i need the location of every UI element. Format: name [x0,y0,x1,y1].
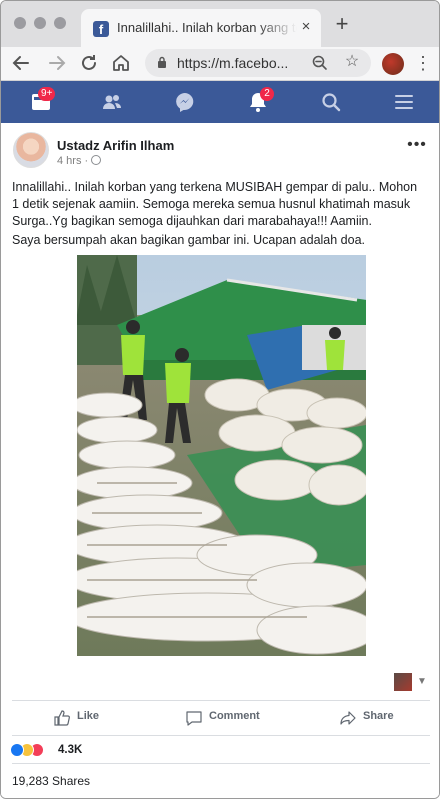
globe-icon [91,155,102,165]
search-icon[interactable] [319,90,343,114]
browser-tab[interactable]: f Innalillahi.. Inilah korban yang te × [81,9,321,47]
like-label: Like [77,710,100,722]
reaction-count[interactable]: 4.3K [58,744,82,756]
comment-label: Comment [209,710,260,722]
author-name[interactable]: Ustadz Arifin Ilham [57,138,174,153]
author-avatar[interactable] [13,132,49,168]
profile-avatar-icon[interactable] [382,53,404,75]
zoom-window-button[interactable] [54,17,66,29]
back-icon[interactable] [9,51,33,75]
lock-icon [158,56,166,68]
reshare-thumbnail[interactable] [394,673,412,691]
stats-divider [12,763,430,764]
reaction-icons[interactable] [10,743,56,759]
tab-bar: f Innalillahi.. Inilah korban yang te × … [1,1,439,47]
like-reaction-icon [10,743,24,757]
actions-divider-top [12,700,430,701]
close-window-button[interactable] [14,17,26,29]
more-options-icon[interactable]: ••• [407,137,427,153]
post-card: Ustadz Arifin Ilham 4 hrs · ••• Innalill… [1,123,439,798]
star-icon[interactable]: ☆ [343,53,361,71]
address-bar[interactable]: https://m.facebo... ☆ [145,49,371,77]
home-badge: 9+ [38,87,56,101]
browser-window: f Innalillahi.. Inilah korban yang te × … [0,0,440,799]
forward-icon[interactable] [45,51,69,75]
tab-close-icon[interactable]: × [297,18,315,36]
facebook-favicon-icon: f [93,21,109,37]
zoom-icon[interactable] [311,54,329,72]
news-feed: Ustadz Arifin Ilham 4 hrs · ••• Innalill… [1,123,439,798]
tab-title-fade [257,17,297,37]
actions-divider-bottom [12,735,430,736]
menu-icon[interactable]: ⋮ [414,53,432,75]
comment-icon [186,711,202,726]
share-count[interactable]: 19,283 Shares [12,774,90,788]
post-timestamp[interactable]: 4 hrs · [57,155,102,167]
minimize-window-button[interactable] [34,17,46,29]
new-tab-button[interactable]: + [331,13,353,36]
share-icon [340,711,356,725]
url-text: https://m.facebo... [177,55,289,71]
post-text: Innalillahi.. Inilah korban yang terkena… [12,180,418,228]
browser-toolbar: https://m.facebo... ☆ ⋮ [1,47,439,81]
post-photo[interactable] [77,255,366,656]
facebook-nav-bar: 9+ 2 [1,81,439,123]
hamburger-menu-icon[interactable] [392,90,416,114]
notifications-icon[interactable]: 2 [246,87,274,114]
thumbs-up-icon [54,710,70,726]
share-label: Share [363,710,394,722]
post-time: 4 hrs · [57,155,89,167]
post-text-secondary: Saya bersumpah akan bagikan gambar ini. … [12,233,366,247]
reload-icon[interactable] [77,51,101,75]
home-icon[interactable] [109,51,133,75]
friends-icon[interactable] [100,90,124,114]
reshare-dropdown-icon[interactable]: ▼ [417,676,427,687]
news-feed-icon[interactable]: 9+ [29,87,56,114]
messenger-icon[interactable] [173,90,197,114]
notifications-badge: 2 [260,87,274,101]
